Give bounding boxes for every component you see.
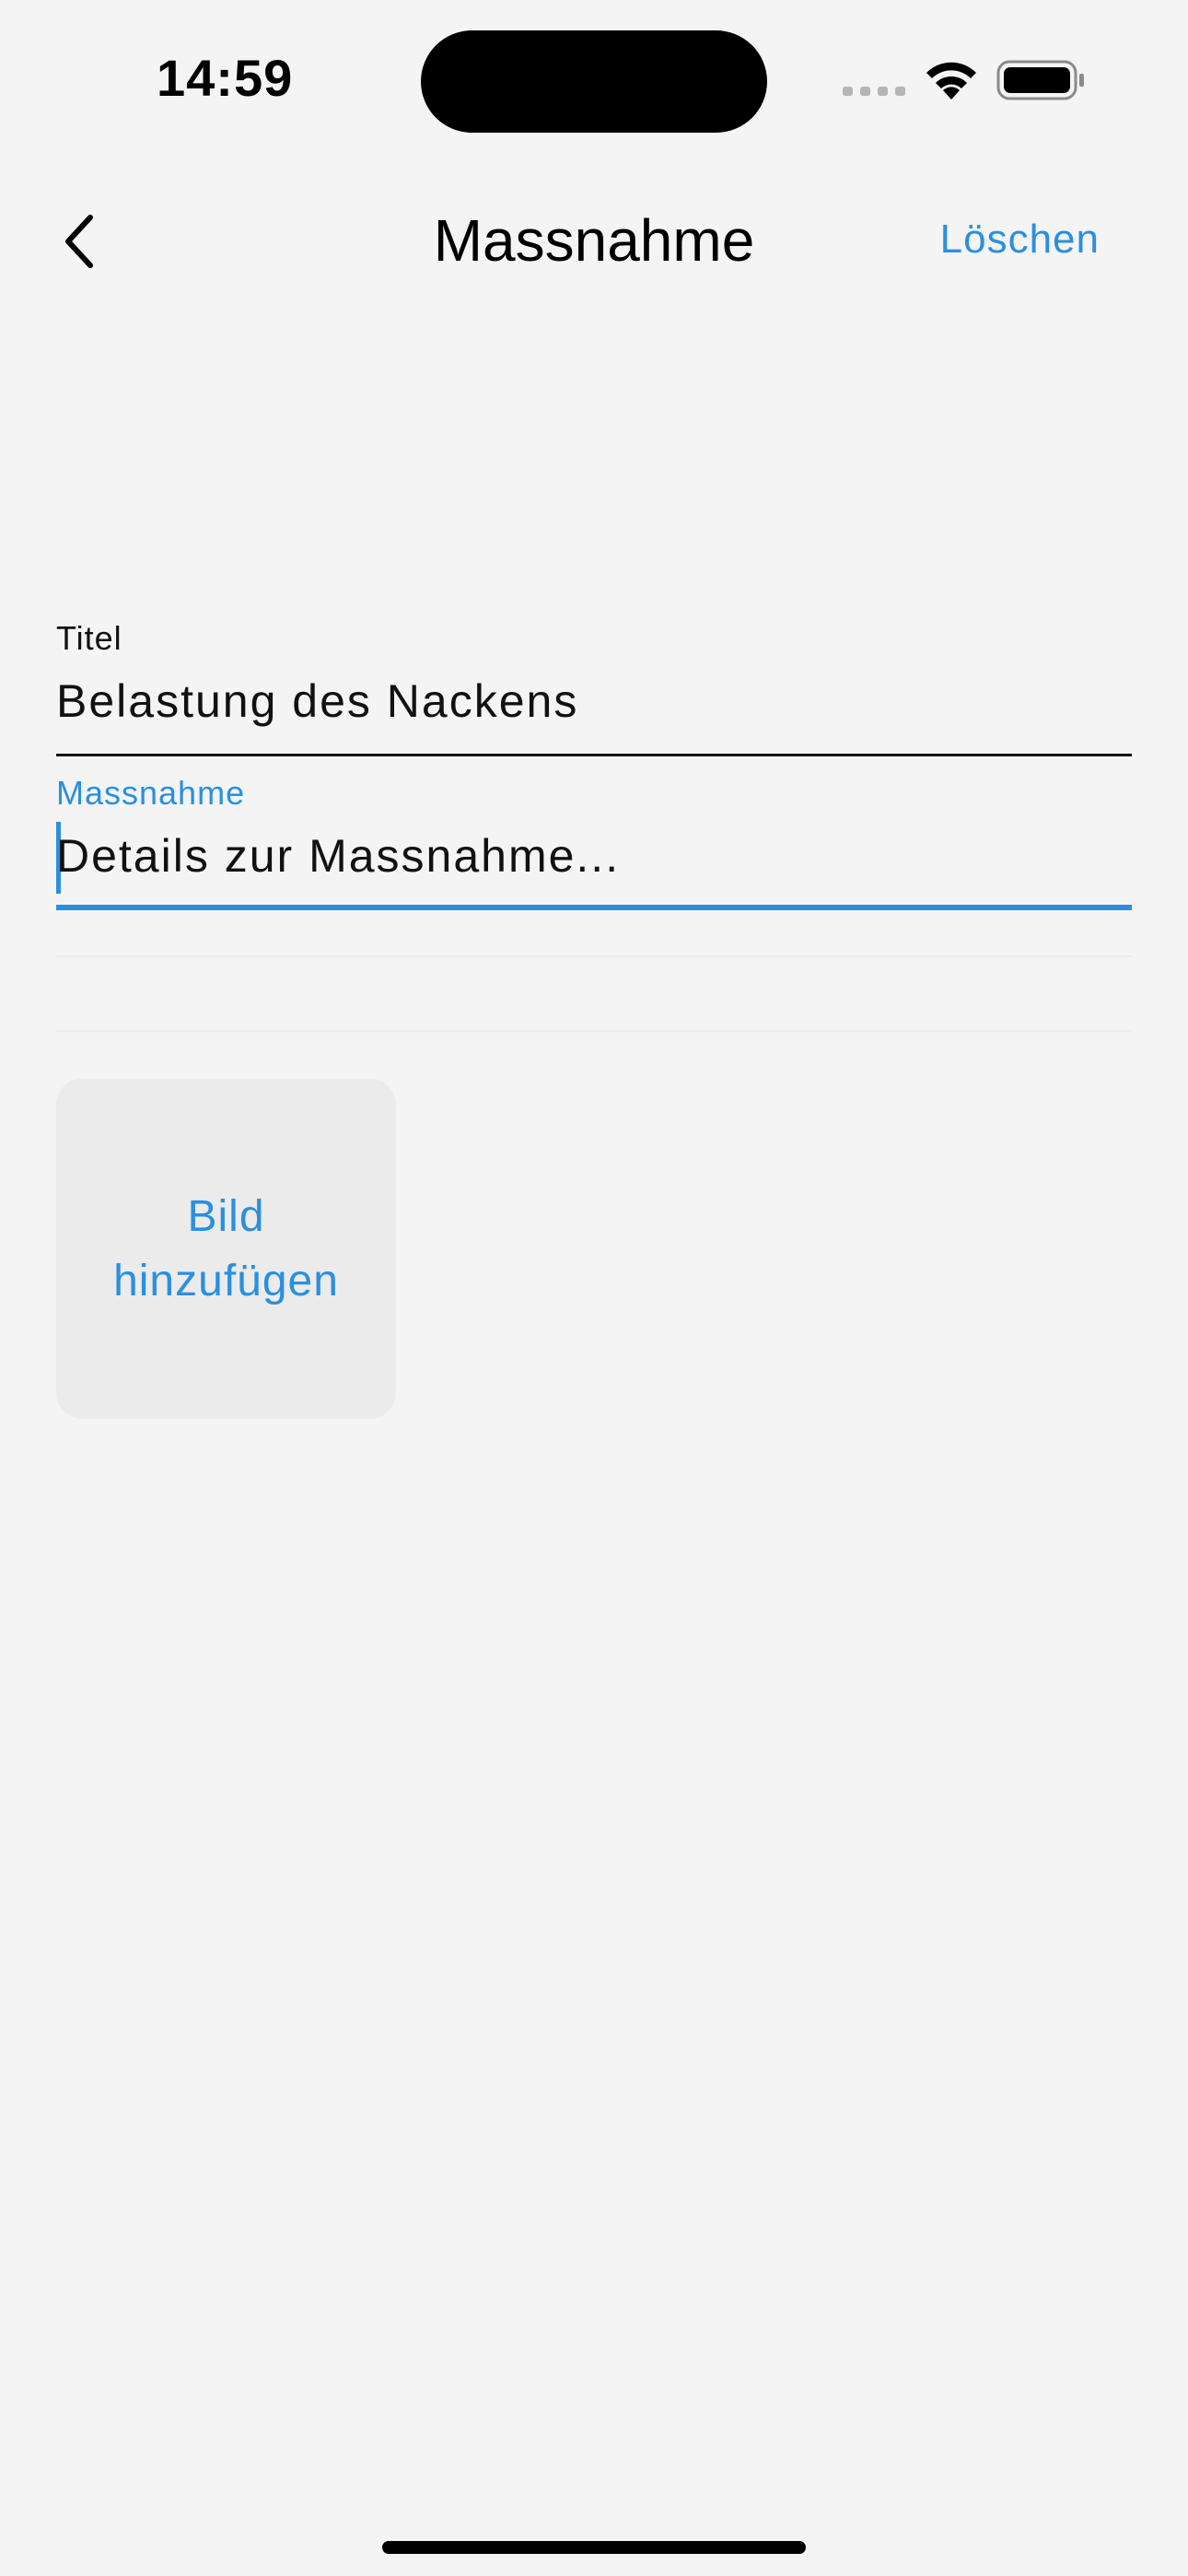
signal-dots-icon: [843, 87, 905, 96]
measure-field-placeholder[interactable]: Details zur Massnahme...: [56, 829, 620, 883]
add-image-label: Bild hinzufügen: [113, 1191, 339, 1306]
battery-icon: [996, 60, 1084, 100]
title-field[interactable]: Titel Belastung des Nackens: [56, 619, 1132, 757]
title-field-value[interactable]: Belastung des Nackens: [56, 674, 578, 728]
divider: [56, 955, 1132, 957]
title-field-underline: [56, 754, 1132, 756]
delete-button[interactable]: Löschen: [940, 217, 1100, 263]
measure-field-label: Massnahme: [56, 774, 246, 812]
measure-field[interactable]: Massnahme Details zur Massnahme...: [56, 774, 1132, 912]
home-indicator[interactable]: [382, 2541, 806, 2554]
divider: [56, 1030, 1132, 1032]
status-bar-time: 14:59: [157, 49, 294, 107]
title-field-label: Titel: [56, 619, 122, 657]
dynamic-island: [421, 30, 767, 133]
measure-field-underline: [56, 905, 1132, 910]
wifi-icon: [926, 62, 976, 100]
add-image-button[interactable]: Bild hinzufügen: [56, 1079, 396, 1419]
